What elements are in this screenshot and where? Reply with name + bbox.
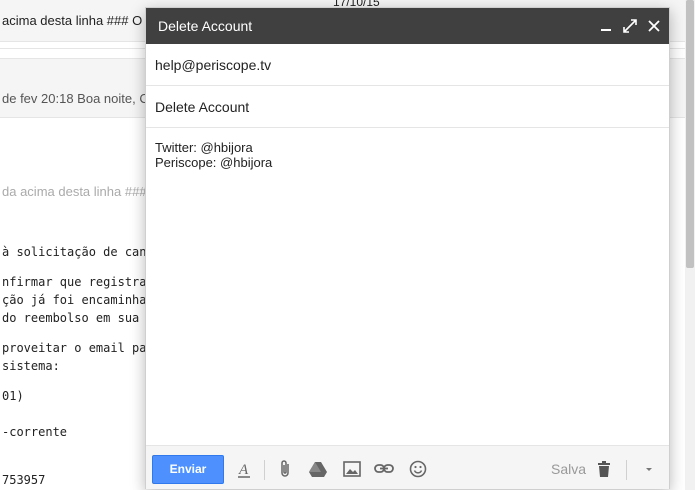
compose-titlebar[interactable]: Delete Account	[146, 8, 669, 44]
message-snippet: acima desta linha ### O	[2, 13, 143, 28]
draft-saved-status: Salva	[551, 461, 587, 477]
body-line: 753957	[2, 473, 46, 487]
close-icon[interactable]	[644, 16, 664, 36]
attach-file-icon[interactable]	[274, 458, 296, 480]
subject-text: Delete Account	[155, 99, 250, 115]
fullscreen-icon[interactable]	[620, 16, 640, 36]
body-line: Periscope: @hbijora	[155, 155, 273, 170]
body-line: 01)	[2, 389, 24, 403]
scrollbar-thumb[interactable]	[686, 0, 694, 268]
body-line: -corrente	[2, 425, 68, 439]
toolbar-separator	[626, 460, 627, 480]
send-button[interactable]: Enviar	[152, 455, 224, 484]
google-drive-icon[interactable]	[307, 458, 329, 480]
body-line: Twitter: @hbijora	[155, 140, 253, 155]
message-body-editor[interactable]: Twitter: @hbijora Periscope: @hbijora	[155, 140, 660, 170]
insert-emoji-icon[interactable]	[407, 458, 429, 480]
body-line: sistema:	[2, 359, 60, 373]
body-line: do reembolso em sua co	[2, 311, 161, 325]
more-options-chevron-down-icon[interactable]	[638, 458, 660, 480]
compose-title: Delete Account	[158, 18, 253, 34]
page-scrollbar[interactable]	[685, 0, 695, 490]
insert-link-icon[interactable]	[373, 458, 395, 480]
svg-text:A: A	[238, 462, 249, 478]
formatting-options-icon[interactable]: A	[233, 458, 255, 480]
recipient-address: help@periscope.tv	[155, 57, 272, 73]
recipients-field[interactable]: help@periscope.tv	[146, 44, 669, 86]
discard-draft-icon[interactable]	[593, 458, 615, 480]
insert-photo-icon[interactable]	[341, 458, 363, 480]
compose-toolbar: Enviar A Salva	[146, 445, 669, 489]
message-snippet: de fev 20:18 Boa noite, C	[2, 91, 149, 106]
minimize-icon[interactable]	[596, 16, 616, 36]
subject-field[interactable]: Delete Account	[146, 86, 669, 128]
toolbar-separator	[264, 460, 265, 480]
quote-line: da acima desta linha ###	[2, 184, 147, 199]
compose-window: Delete Account help@periscope.tv Delete …	[145, 7, 670, 489]
body-line: nfirmar que registramos	[2, 275, 169, 289]
